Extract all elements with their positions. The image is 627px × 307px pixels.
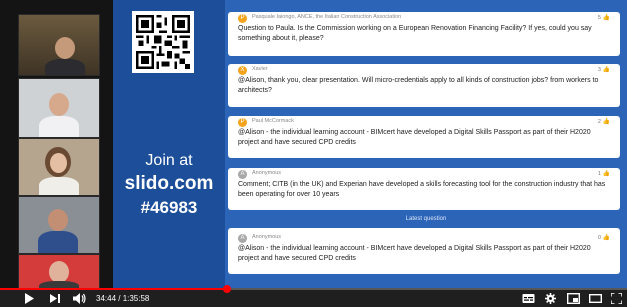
question-author: Anonymous xyxy=(252,234,282,240)
question-text: Comment; CITB (in the UK) and Experian h… xyxy=(238,181,606,198)
subtitles-icon xyxy=(522,294,535,303)
upvote-count: 3 👍 xyxy=(597,67,610,73)
question-card: P Pasquale Iaiongo, ANCE, the Italian Co… xyxy=(228,12,620,56)
fullscreen-button[interactable] xyxy=(611,293,622,304)
slido-join-panel: Join at slido.com #46983 xyxy=(113,0,225,288)
thumbs-up-icon: 👍 xyxy=(602,119,610,125)
video-frame[interactable]: Join at slido.com #46983 P Pasquale Iaio… xyxy=(0,0,627,307)
next-button[interactable] xyxy=(50,293,60,304)
settings-icon xyxy=(545,293,556,304)
question-card: X Xavier 3 👍 @Alison, thank you, clear p… xyxy=(228,64,620,107)
author-avatar: P xyxy=(238,14,247,23)
play-button[interactable] xyxy=(24,293,34,304)
upvote-count: 0 👍 xyxy=(597,235,610,241)
participant-strip xyxy=(0,0,113,290)
thumbs-up-icon: 👍 xyxy=(602,15,610,21)
question-author: Xavier xyxy=(252,66,268,72)
settings-button[interactable] xyxy=(545,293,556,304)
question-text: @Alison, thank you, clear presentation. … xyxy=(238,77,599,94)
upvote-count: 1 👍 xyxy=(597,171,610,177)
volume-button[interactable] xyxy=(73,293,86,304)
participant-video-2 xyxy=(18,78,100,138)
question-text: @Alison - the individual learning accoun… xyxy=(238,245,591,262)
question-text: Question to Paula. Is the Commission wor… xyxy=(238,25,592,42)
participant-video-1 xyxy=(18,14,100,76)
upvote-count: 5 👍 xyxy=(597,15,610,21)
questions-panel: P Pasquale Iaiongo, ANCE, the Italian Co… xyxy=(225,0,627,288)
qr-code xyxy=(132,11,194,73)
question-text: @Alison - the individual learning accoun… xyxy=(238,129,591,146)
question-author: Anonymous xyxy=(252,170,282,176)
thumbs-up-icon: 👍 xyxy=(602,171,610,177)
thumbs-up-icon: 👍 xyxy=(602,235,610,241)
author-avatar: X xyxy=(238,66,247,75)
fullscreen-icon xyxy=(611,293,622,304)
question-author: Pasquale Iaiongo, ANCE, the Italian Cons… xyxy=(252,14,402,20)
event-code: #46983 xyxy=(140,198,198,217)
question-author: Paul McCormack xyxy=(252,118,294,124)
miniplayer-button[interactable] xyxy=(567,293,580,304)
latest-question-label: Latest question xyxy=(405,216,447,222)
join-at-label: Join at xyxy=(145,152,193,169)
upvote-count: 2 👍 xyxy=(597,119,610,125)
time-display: 34:44 / 1:35:58 xyxy=(96,294,150,303)
play-icon xyxy=(25,293,34,304)
subtitles-button[interactable] xyxy=(522,293,535,304)
participant-video-3 xyxy=(18,138,100,196)
theater-icon xyxy=(589,294,602,303)
question-card: A Anonymous 1 👍 Comment; CITB (in the UK… xyxy=(228,168,620,210)
next-icon xyxy=(50,294,60,303)
participant-video-5 xyxy=(18,254,100,290)
author-avatar: A xyxy=(238,234,247,243)
player-controls: 34:44 / 1:35:58 xyxy=(0,290,627,307)
author-avatar: P xyxy=(238,118,247,127)
theater-mode-button[interactable] xyxy=(589,293,602,304)
author-avatar: A xyxy=(238,170,247,179)
latest-question-card: A Anonymous 0 👍 @Alison - the individual… xyxy=(228,228,620,274)
volume-icon xyxy=(73,293,86,304)
question-card: P Paul McCormack 2 👍 @Alison - the indiv… xyxy=(228,116,620,158)
join-url: slido.com xyxy=(124,173,214,194)
miniplayer-icon xyxy=(567,293,580,304)
thumbs-up-icon: 👍 xyxy=(602,67,610,73)
participant-video-4 xyxy=(18,196,100,254)
